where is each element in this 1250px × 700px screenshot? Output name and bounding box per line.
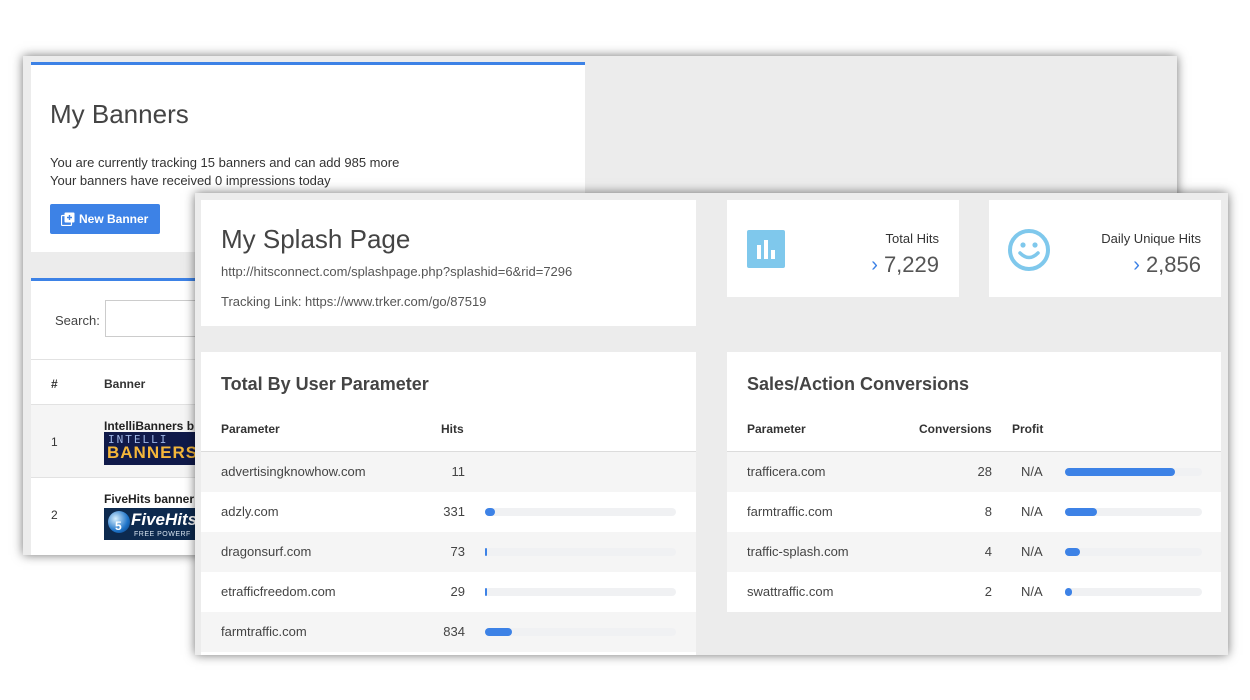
col-parameter[interactable]: Parameter xyxy=(221,422,280,436)
row-profit: N/A xyxy=(1021,544,1043,559)
total-hits-number: 7,229 xyxy=(883,252,939,277)
banner-image-text: 5 xyxy=(115,519,122,533)
table-row: advertisingknowhow.com 11 xyxy=(201,452,696,492)
table-header: Parameter Hits xyxy=(201,422,696,452)
row-hits: 834 xyxy=(443,624,465,639)
banner-name[interactable]: FiveHits banner xyxy=(104,492,194,506)
col-num: # xyxy=(51,377,58,391)
banners-impressions-text: Your banners have received 0 impressions… xyxy=(50,173,331,188)
hits-bar xyxy=(485,588,676,596)
row-parameter: dragonsurf.com xyxy=(221,544,312,559)
hits-bar-fill xyxy=(485,548,487,556)
new-banner-button[interactable]: New Banner xyxy=(50,204,160,234)
col-parameter[interactable]: Parameter xyxy=(747,422,806,436)
table-header: Parameter Conversions Profit xyxy=(727,422,1221,452)
banner-name[interactable]: IntelliBanners b xyxy=(104,419,194,433)
conversions-bar-fill xyxy=(1065,508,1097,516)
daily-unique-label: Daily Unique Hits xyxy=(1101,231,1201,246)
table-row: swattraffic.com 2 N/A xyxy=(727,572,1221,612)
conversions-bar xyxy=(1065,508,1202,516)
bar-chart-icon xyxy=(747,230,785,268)
hits-bar-fill xyxy=(485,588,487,596)
banner-image-text: FiveHits xyxy=(131,510,196,529)
daily-unique-value: › 2,856 xyxy=(1133,252,1201,278)
hits-bar xyxy=(485,508,676,516)
table-row: dragonsurf.com 73 xyxy=(201,532,696,572)
banners-title: My Banners xyxy=(50,99,189,129)
row-parameter: adzly.com xyxy=(221,504,279,519)
total-hits-label: Total Hits xyxy=(885,231,939,246)
table-row: farmtraffic.com 834 xyxy=(201,612,696,652)
row-parameter: farmtraffic.com xyxy=(221,624,307,639)
table-row: farmtraffic.com 8 N/A xyxy=(727,492,1221,532)
add-copy-icon xyxy=(61,212,75,226)
hits-bar-fill xyxy=(485,628,512,636)
user-parameter-card: Total By User Parameter Parameter Hits a… xyxy=(201,352,696,655)
row-parameter: trafficera.com xyxy=(747,464,826,479)
row-conversions: 28 xyxy=(977,464,992,479)
new-banner-label: New Banner xyxy=(79,212,149,226)
table-row: adzly.com 331 xyxy=(201,492,696,532)
chevron-right-icon: › xyxy=(1133,253,1140,276)
col-profit[interactable]: Profit xyxy=(1012,422,1043,436)
conversions-bar-fill xyxy=(1065,588,1072,596)
conversions-bar xyxy=(1065,588,1202,596)
table-row: traffic-splash.com 4 N/A xyxy=(727,532,1221,572)
splash-title: My Splash Page xyxy=(221,224,411,254)
row-hits: 331 xyxy=(443,504,465,519)
row-parameter: traffic-splash.com xyxy=(747,544,849,559)
row-hits: 73 xyxy=(450,544,465,559)
conversions-bar xyxy=(1065,548,1202,556)
daily-unique-number: 2,856 xyxy=(1145,252,1201,277)
splash-window: My Splash Page http://hitsconnect.com/sp… xyxy=(195,193,1228,655)
row-hits: 29 xyxy=(450,584,465,599)
banner-image-text: BANNERS xyxy=(107,443,196,462)
smiley-icon xyxy=(1007,228,1051,272)
col-hits[interactable]: Hits xyxy=(441,422,464,436)
daily-unique-card: Daily Unique Hits › 2,856 xyxy=(989,200,1221,297)
hits-bar xyxy=(485,628,676,636)
col-banner: Banner xyxy=(104,377,146,391)
conversions-bar-fill xyxy=(1065,468,1175,476)
row-parameter: etrafficfreedom.com xyxy=(221,584,336,599)
row-num: 2 xyxy=(51,508,58,522)
total-hits-card: Total Hits › 7,229 xyxy=(727,200,959,297)
user-parameter-title: Total By User Parameter xyxy=(221,374,429,394)
row-profit: N/A xyxy=(1021,584,1043,599)
tracking-link[interactable]: Tracking Link: https://www.trker.com/go/… xyxy=(221,294,486,309)
conversions-title: Sales/Action Conversions xyxy=(747,374,970,394)
fivehits-image[interactable]: 5 FiveHits FREE POWERF xyxy=(104,508,196,540)
row-parameter: swattraffic.com xyxy=(747,584,834,599)
table-row: etrafficfreedom.com 29 xyxy=(201,572,696,612)
row-conversions: 4 xyxy=(984,544,992,559)
total-hits-value: › 7,229 xyxy=(871,252,939,278)
row-parameter: farmtraffic.com xyxy=(747,504,833,519)
conversions-bar xyxy=(1065,468,1202,476)
intellibanners-image[interactable]: INTELLI BANNERS xyxy=(104,432,196,465)
splash-info-card: My Splash Page http://hitsconnect.com/sp… xyxy=(201,200,696,326)
table-row: trafficera.com 28 N/A xyxy=(727,452,1221,492)
row-conversions: 2 xyxy=(984,584,992,599)
row-profit: N/A xyxy=(1021,464,1043,479)
hits-bar-fill xyxy=(485,508,495,516)
hits-bar xyxy=(485,548,676,556)
conversions-card: Sales/Action Conversions Parameter Conve… xyxy=(727,352,1221,612)
banners-tracking-text: You are currently tracking 15 banners an… xyxy=(50,155,400,170)
col-conversions[interactable]: Conversions xyxy=(919,422,992,436)
banner-image-text: FREE POWERF xyxy=(134,531,191,538)
row-conversions: 8 xyxy=(984,504,992,519)
conversions-bar-fill xyxy=(1065,548,1081,556)
row-hits: 11 xyxy=(451,464,466,479)
row-num: 1 xyxy=(51,435,58,449)
search-label: Search: xyxy=(55,313,100,328)
row-parameter: advertisingknowhow.com xyxy=(221,464,366,479)
splash-url[interactable]: http://hitsconnect.com/splashpage.php?sp… xyxy=(221,264,572,279)
row-profit: N/A xyxy=(1021,504,1043,519)
chevron-right-icon: › xyxy=(871,253,878,276)
